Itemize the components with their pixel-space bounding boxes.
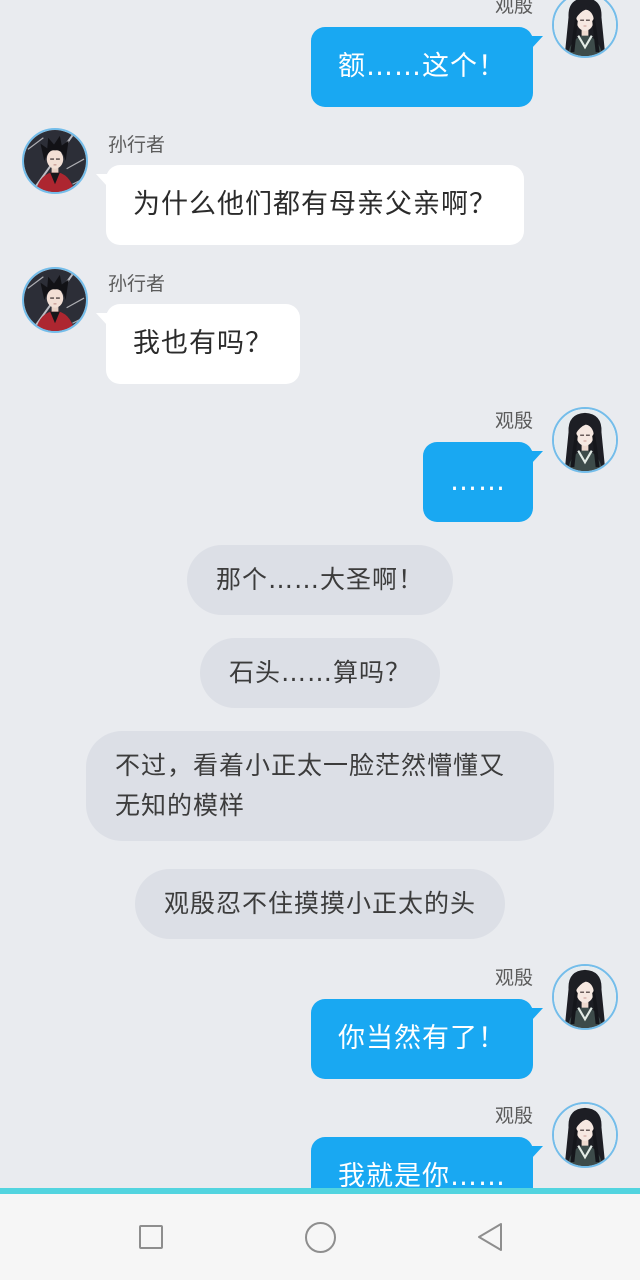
sender-avatar [552, 407, 618, 473]
narration-bubble: 那个……大圣啊！ [186, 545, 453, 615]
message-bubble: 你当然有了！ [311, 999, 543, 1079]
message-bubble: …… [423, 442, 543, 522]
sender-name: 观殷 [494, 410, 533, 432]
recent-apps-icon [139, 1225, 163, 1249]
message-text: 我就是你…… [338, 1161, 506, 1188]
message-text: 我也有吗？ [133, 328, 273, 359]
back-icon [478, 1223, 502, 1251]
home-button[interactable] [260, 1194, 380, 1280]
sender-avatar [22, 128, 88, 194]
sender-name: 观殷 [494, 0, 533, 17]
narration-message: 观殷忍不住摸摸小正太的头 [0, 869, 640, 939]
sender-name: 孙行者 [108, 134, 166, 156]
message-bubble: 我也有吗？ [96, 304, 300, 384]
sender-name: 观殷 [494, 1105, 533, 1127]
recent-apps-button[interactable] [91, 1194, 211, 1280]
sender-name: 孙行者 [108, 273, 166, 295]
message-bubble: 为什么他们都有母亲父亲啊？ [96, 165, 524, 245]
message-bubble: 额……这个！ [311, 27, 543, 107]
message-text: …… [450, 466, 506, 497]
narration-bubble: 不过，看着小正太一脸茫然懵懂又无知的模样 [86, 731, 554, 841]
narration-message: 不过，看着小正太一脸茫然懵懂又无知的模样 [0, 731, 640, 841]
narration-bubble: 观殷忍不住摸摸小正太的头 [134, 869, 505, 939]
sender-avatar [22, 267, 88, 333]
sender-avatar [552, 964, 618, 1030]
narration-bubble: 石头……算吗？ [199, 638, 440, 708]
chat-list[interactable]: 观殷 额……这个！ 孙行者 为什么他们都有母亲父亲啊？ 孙行者 我也有吗？ 观殷… [0, 0, 640, 1188]
sender-name: 观殷 [494, 967, 533, 989]
message-text: 额……这个！ [338, 51, 506, 82]
system-nav-bar [0, 1194, 640, 1280]
sender-avatar [552, 1102, 618, 1168]
message-text: 为什么他们都有母亲父亲啊？ [133, 189, 497, 220]
narration-message: 石头……算吗？ [0, 638, 640, 708]
home-icon [304, 1221, 336, 1253]
message-text: 你当然有了！ [338, 1023, 506, 1054]
back-button[interactable] [430, 1194, 550, 1280]
sender-avatar [552, 0, 618, 58]
message-bubble: 我就是你…… [311, 1137, 543, 1188]
narration-message: 那个……大圣啊！ [0, 545, 640, 615]
